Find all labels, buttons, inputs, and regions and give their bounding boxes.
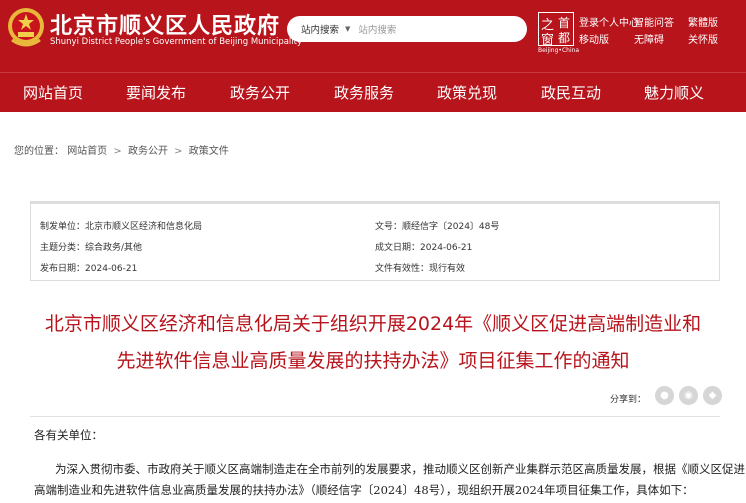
meta-category: 主题分类：综合政务/其他 — [40, 240, 142, 253]
breadcrumb: 您的位置： 网站首页 > 政务公开 > 政策文件 — [14, 142, 229, 157]
traditional-version-link[interactable]: 繁體版 — [688, 14, 718, 29]
meta-doc-no: 文号：顺经信字〔2024〕48号 — [375, 219, 499, 232]
meta-published-date: 发布日期：2024-06-21 — [40, 261, 137, 274]
site-title[interactable]: 北京市顺义区人民政府 — [50, 8, 280, 40]
search-scope-select[interactable]: 站内搜索 — [287, 22, 345, 36]
meta-label: 发布日期： — [40, 264, 86, 274]
breadcrumb-gov-affairs[interactable]: 政务公开 — [128, 146, 168, 157]
capital-window-logo[interactable]: 之 首 窗 都 — [538, 12, 574, 48]
site-header: 北京市顺义区人民政府 Shunyi District People's Gove… — [0, 0, 746, 72]
breadcrumb-separator: > — [113, 146, 122, 157]
body-paragraph-line: 为深入贯彻市委、市政府关于顺义区高端制造走在全市前列的发展要求，推动顺义区创新产… — [55, 462, 745, 476]
accessibility-link[interactable]: 无障碍 — [634, 31, 664, 46]
meta-value: 综合政务/其他 — [85, 243, 143, 253]
search-box[interactable]: 站内搜索 ▼ 站内搜索 — [287, 16, 527, 42]
meta-created-date: 成文日期：2024-06-21 — [375, 240, 472, 253]
breadcrumb-separator: > — [174, 146, 183, 157]
meta-validity: 文件有效性：现行有效 — [375, 261, 465, 274]
meta-value: 北京市顺义区经济和信息化局 — [85, 222, 203, 232]
nav-item-home[interactable]: 网站首页 — [23, 73, 83, 113]
breadcrumb-policy-files[interactable]: 政策文件 — [189, 146, 229, 157]
meta-issuer: 制发单位：北京市顺义区经济和信息化局 — [40, 219, 202, 232]
nav-item-shunyi[interactable]: 魅力顺义 — [644, 73, 704, 113]
weibo-share-icon[interactable]: ◉ — [679, 386, 698, 405]
national-emblem-icon — [8, 8, 44, 47]
meta-label: 文号： — [375, 222, 403, 232]
site-subtitle: Shunyi District People's Government of B… — [50, 37, 303, 47]
content-divider — [30, 416, 720, 417]
meta-value: 2024-06-21 — [420, 243, 473, 253]
document-title: 北京市顺义区经济和信息化局关于组织开展2024年《顺义区促进高端制造业和 先进软… — [0, 309, 746, 376]
wechat-share-icon[interactable]: ● — [655, 386, 674, 405]
robot-qa-link[interactable]: 智能问答 — [634, 14, 674, 29]
title-line: 先进软件信息业高质量发展的扶持办法》项目征集工作的通知 — [116, 350, 630, 372]
nav-item-gov-affairs[interactable]: 政务公开 — [230, 73, 290, 113]
meta-label: 制发单位： — [40, 222, 86, 232]
share-label: 分享到： — [610, 395, 647, 405]
care-version-link[interactable]: 关怀版 — [688, 31, 718, 46]
meta-label: 文件有效性： — [375, 264, 430, 274]
login-link[interactable]: 登录个人中心 — [579, 14, 639, 29]
nav-item-policy[interactable]: 政策兑现 — [437, 73, 497, 113]
nav-item-interaction[interactable]: 政民互动 — [541, 73, 601, 113]
meta-value: 2024-06-21 — [85, 264, 138, 274]
document-meta-panel: 制发单位：北京市顺义区经济和信息化局 文号：顺经信字〔2024〕48号 主题分类… — [30, 201, 720, 281]
breadcrumb-home[interactable]: 网站首页 — [67, 146, 107, 157]
stamp-caption: Beijing•China — [538, 47, 580, 54]
chevron-down-icon[interactable]: ▼ — [345, 25, 350, 33]
breadcrumb-prefix: 您的位置： — [14, 146, 64, 157]
title-line: 北京市顺义区经济和信息化局关于组织开展2024年《顺义区促进高端制造业和 — [44, 313, 702, 335]
salutation: 各有关单位： — [34, 428, 103, 442]
meta-label: 主题分类： — [40, 243, 86, 253]
qq-share-icon[interactable]: ◆ — [703, 386, 722, 405]
stamp-char: 都 — [558, 31, 571, 45]
body-paragraph-line: 高端制造业和先进软件信息业高质量发展的扶持办法》（顺经信字〔2024〕48号），… — [34, 483, 694, 497]
stamp-char: 窗 — [541, 33, 555, 48]
meta-value: 现行有效 — [429, 264, 466, 274]
mobile-version-link[interactable]: 移动版 — [579, 31, 609, 46]
meta-label: 成文日期： — [375, 243, 421, 253]
search-input[interactable]: 站内搜索 — [358, 22, 396, 36]
nav-item-news[interactable]: 要闻发布 — [126, 73, 186, 113]
meta-value: 顺经信字〔2024〕48号 — [402, 222, 500, 232]
nav-item-services[interactable]: 政务服务 — [334, 73, 394, 113]
main-nav: 网站首页 要闻发布 政务公开 政务服务 政策兑现 政民互动 魅力顺义 — [0, 72, 746, 112]
